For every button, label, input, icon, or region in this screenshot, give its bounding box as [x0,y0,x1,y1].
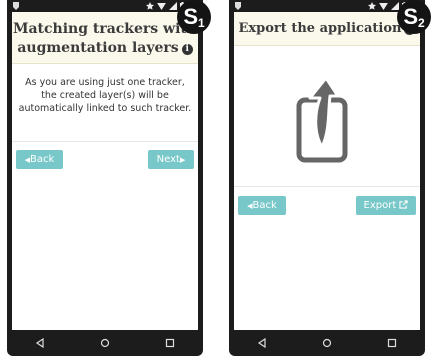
badge-letter: S [403,4,418,29]
system-nav-bar [229,330,425,356]
badge-letter: S [183,4,198,29]
notification-icon [235,2,241,10]
external-link-icon [399,200,409,209]
step-badge-1: S1 [177,0,211,34]
wifi-icon [379,2,388,10]
export-button[interactable]: Export [356,196,416,215]
title-text: Export the application [238,21,402,36]
chevron-right-icon: ▶ [179,156,186,164]
home-nav-icon[interactable] [322,338,332,348]
description-text: As you are using just one tracker, the c… [18,77,192,114]
signal-icon [169,2,177,10]
app-screen: Export the applicationi ◀Back Export [234,12,420,330]
phone-screen-2: Export the applicationi ◀Back Export [229,0,425,356]
export-app-icon [296,76,348,163]
badge-number: 1 [198,16,205,30]
home-nav-icon[interactable] [100,338,110,348]
divider [12,141,198,142]
phone-screen-1: Matching trackers with augmentation laye… [7,0,203,356]
export-button-label: Export [363,200,397,211]
badge-number: 2 [418,16,425,30]
back-nav-icon[interactable] [35,338,45,348]
page-title: Matching trackers with augmentation laye… [12,12,198,64]
wifi-icon [157,2,166,10]
back-button[interactable]: ◀Back [16,150,63,169]
page-title: Export the applicationi [234,12,420,46]
star-icon [146,2,154,10]
back-button-label: Back [252,200,277,211]
next-button-label: Next [156,154,180,165]
back-nav-icon[interactable] [257,338,267,348]
step-badge-2: S2 [397,0,431,34]
system-nav-bar [7,330,203,356]
title-line-2: augmentation layers [17,40,179,56]
info-icon[interactable]: i [181,44,193,55]
recents-nav-icon[interactable] [387,338,397,348]
status-bar [229,0,425,12]
back-button-label: Back [30,154,55,165]
next-button[interactable]: Next▶ [148,150,194,169]
title-line-1: Matching trackers with [12,21,198,37]
star-icon [368,2,376,10]
app-screen: Matching trackers with augmentation laye… [12,12,198,330]
divider [234,186,420,187]
recents-nav-icon[interactable] [165,338,175,348]
status-bar [7,0,203,12]
notification-icon [13,2,19,10]
back-button[interactable]: ◀Back [238,196,286,215]
